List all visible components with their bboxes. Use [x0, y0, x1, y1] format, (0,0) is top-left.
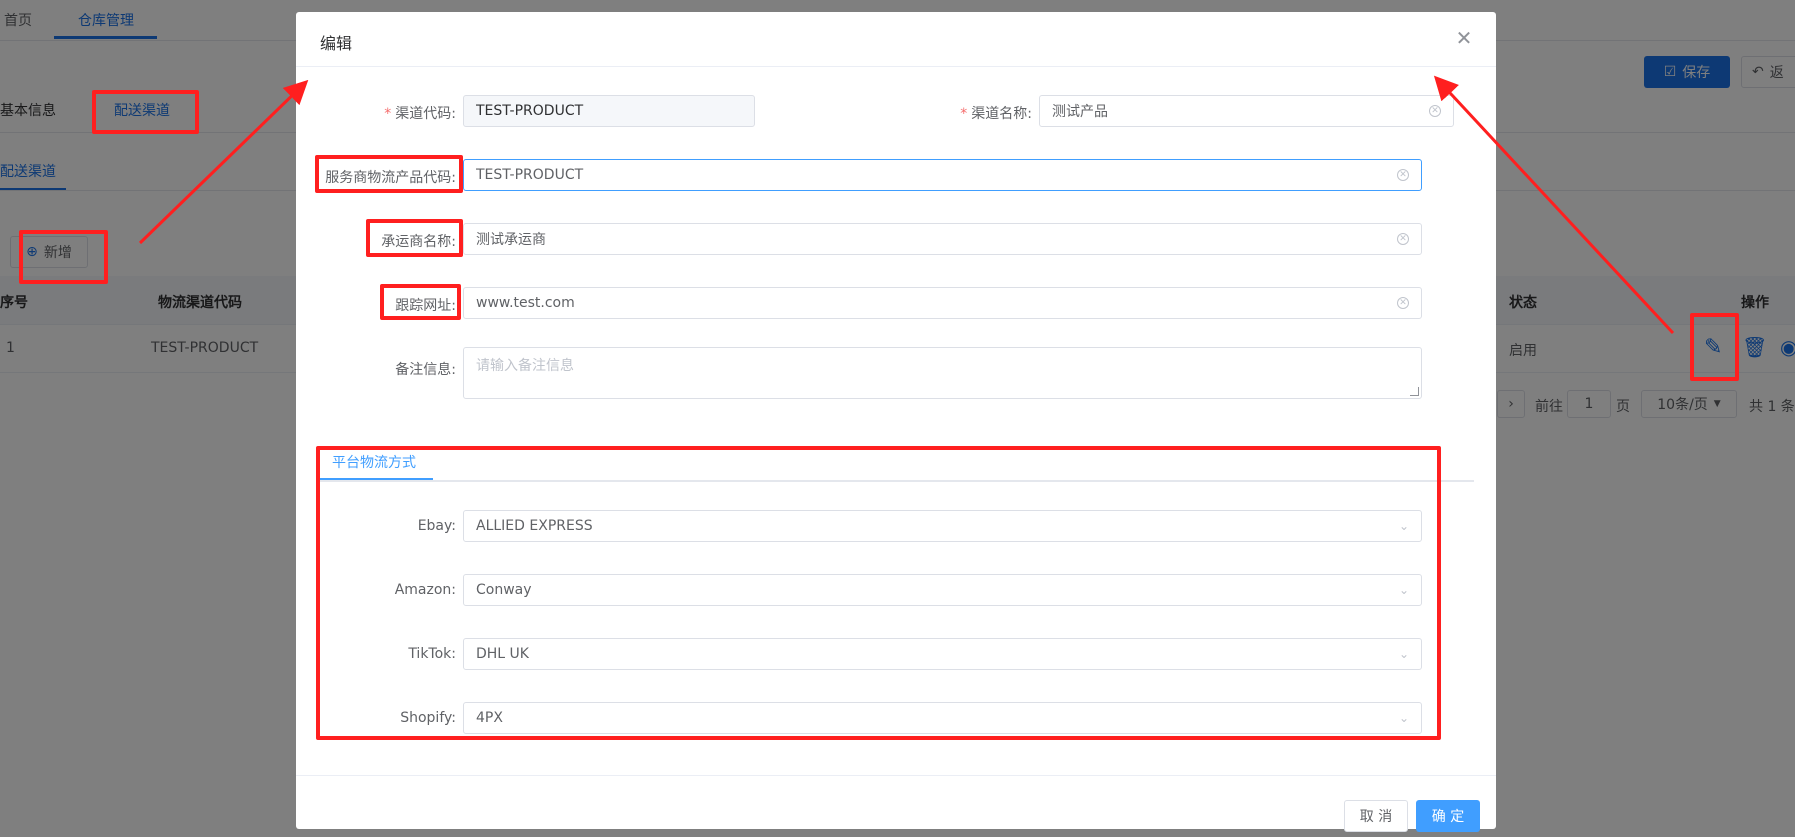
- tiktok-value: DHL UK: [476, 646, 529, 662]
- tab-platform-logistics[interactable]: 平台物流方式: [332, 452, 416, 472]
- dialog-header: 编辑 ✕: [296, 12, 1496, 67]
- channel-name-label: * 渠道名称:: [960, 103, 1032, 123]
- amazon-label: Amazon:: [394, 582, 456, 598]
- clear-icon[interactable]: ✕: [1397, 169, 1409, 181]
- ebay-select[interactable]: ALLIED EXPRESS ⌄: [463, 510, 1422, 542]
- channel-name-label-text: 渠道名称:: [971, 106, 1032, 122]
- shopify-label: Shopify:: [400, 710, 456, 726]
- carrier-name-input[interactable]: 测试承运商 ✕: [463, 223, 1422, 255]
- clear-icon[interactable]: ✕: [1397, 297, 1409, 309]
- channel-code-value: TEST-PRODUCT: [476, 103, 584, 119]
- channel-code-input[interactable]: TEST-PRODUCT: [463, 95, 755, 127]
- tracking-url-input[interactable]: www.test.com ✕: [463, 287, 1422, 319]
- carrier-name-label: 承运商名称:: [381, 234, 456, 250]
- confirm-button[interactable]: 确 定: [1416, 800, 1480, 832]
- chevron-down-icon: ⌄: [1399, 647, 1410, 661]
- provider-code-value: TEST-PRODUCT: [476, 167, 584, 183]
- shopify-select[interactable]: 4PX ⌄: [463, 702, 1422, 734]
- close-icon[interactable]: ✕: [1454, 28, 1474, 48]
- cancel-button[interactable]: 取 消: [1344, 800, 1408, 832]
- tracking-url-label: 跟踪网址:: [395, 298, 456, 314]
- cancel-button-label: 取 消: [1359, 809, 1393, 825]
- chevron-down-icon: ⌄: [1399, 711, 1410, 725]
- carrier-name-value: 测试承运商: [476, 232, 546, 248]
- ebay-value: ALLIED EXPRESS: [476, 518, 593, 534]
- provider-code-input[interactable]: TEST-PRODUCT ✕: [463, 159, 1422, 191]
- active-tab-indicator: [318, 478, 433, 480]
- dialog-footer: 取 消 确 定: [296, 775, 1496, 832]
- dialog-title: 编辑: [320, 34, 353, 53]
- chevron-down-icon: ⌄: [1399, 583, 1410, 597]
- clear-icon[interactable]: ✕: [1429, 105, 1441, 117]
- tiktok-label: TikTok:: [408, 646, 456, 662]
- channel-name-value: 测试产品: [1052, 104, 1108, 120]
- remark-label: 备注信息:: [395, 362, 456, 378]
- channel-name-input[interactable]: 测试产品 ✕: [1039, 95, 1454, 127]
- remark-placeholder: 请输入备注信息: [476, 358, 574, 374]
- edit-dialog: 编辑 ✕ * 渠道代码: TEST-PRODUCT * 渠道名称: 测试产品 ✕ 服…: [296, 12, 1496, 832]
- channel-code-label: * 渠道代码:: [384, 103, 456, 123]
- amazon-select[interactable]: Conway ⌄: [463, 574, 1422, 606]
- required-asterisk: *: [960, 106, 968, 122]
- remark-textarea[interactable]: 请输入备注信息: [463, 347, 1422, 399]
- platform-tab-bar: 平台物流方式: [318, 442, 1474, 482]
- resize-handle[interactable]: [1410, 387, 1419, 396]
- tracking-url-value: www.test.com: [476, 295, 575, 311]
- amazon-value: Conway: [476, 582, 532, 598]
- shopify-value: 4PX: [476, 710, 503, 726]
- clear-icon[interactable]: ✕: [1397, 233, 1409, 245]
- channel-code-label-text: 渠道代码:: [395, 106, 456, 122]
- required-asterisk: *: [384, 106, 392, 122]
- tiktok-select[interactable]: DHL UK ⌄: [463, 638, 1422, 670]
- chevron-down-icon: ⌄: [1399, 519, 1410, 533]
- confirm-button-label: 确 定: [1431, 809, 1465, 825]
- provider-code-label: 服务商物流产品代码:: [325, 170, 456, 186]
- ebay-label: Ebay:: [417, 518, 456, 534]
